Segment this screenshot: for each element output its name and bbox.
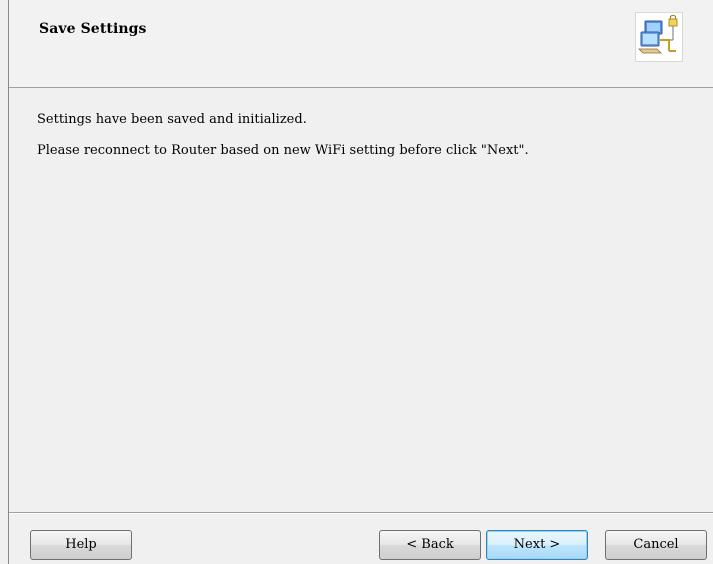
wizard-header: Save Settings xyxy=(9,0,713,88)
saved-message: Settings have been saved and initialized… xyxy=(37,112,307,127)
wizard-content: Settings have been saved and initialized… xyxy=(9,88,713,514)
network-computers-icon xyxy=(635,12,683,62)
cancel-button[interactable]: Cancel xyxy=(605,530,707,560)
reconnect-instruction: Please reconnect to Router based on new … xyxy=(37,143,529,158)
help-button[interactable]: Help xyxy=(30,530,132,560)
page-title: Save Settings xyxy=(39,21,147,37)
back-button[interactable]: < Back xyxy=(379,530,481,560)
footer-divider xyxy=(9,512,713,514)
wizard-window: Save Settings Settings have been saved a… xyxy=(8,0,713,564)
next-button[interactable]: Next > xyxy=(486,530,588,560)
